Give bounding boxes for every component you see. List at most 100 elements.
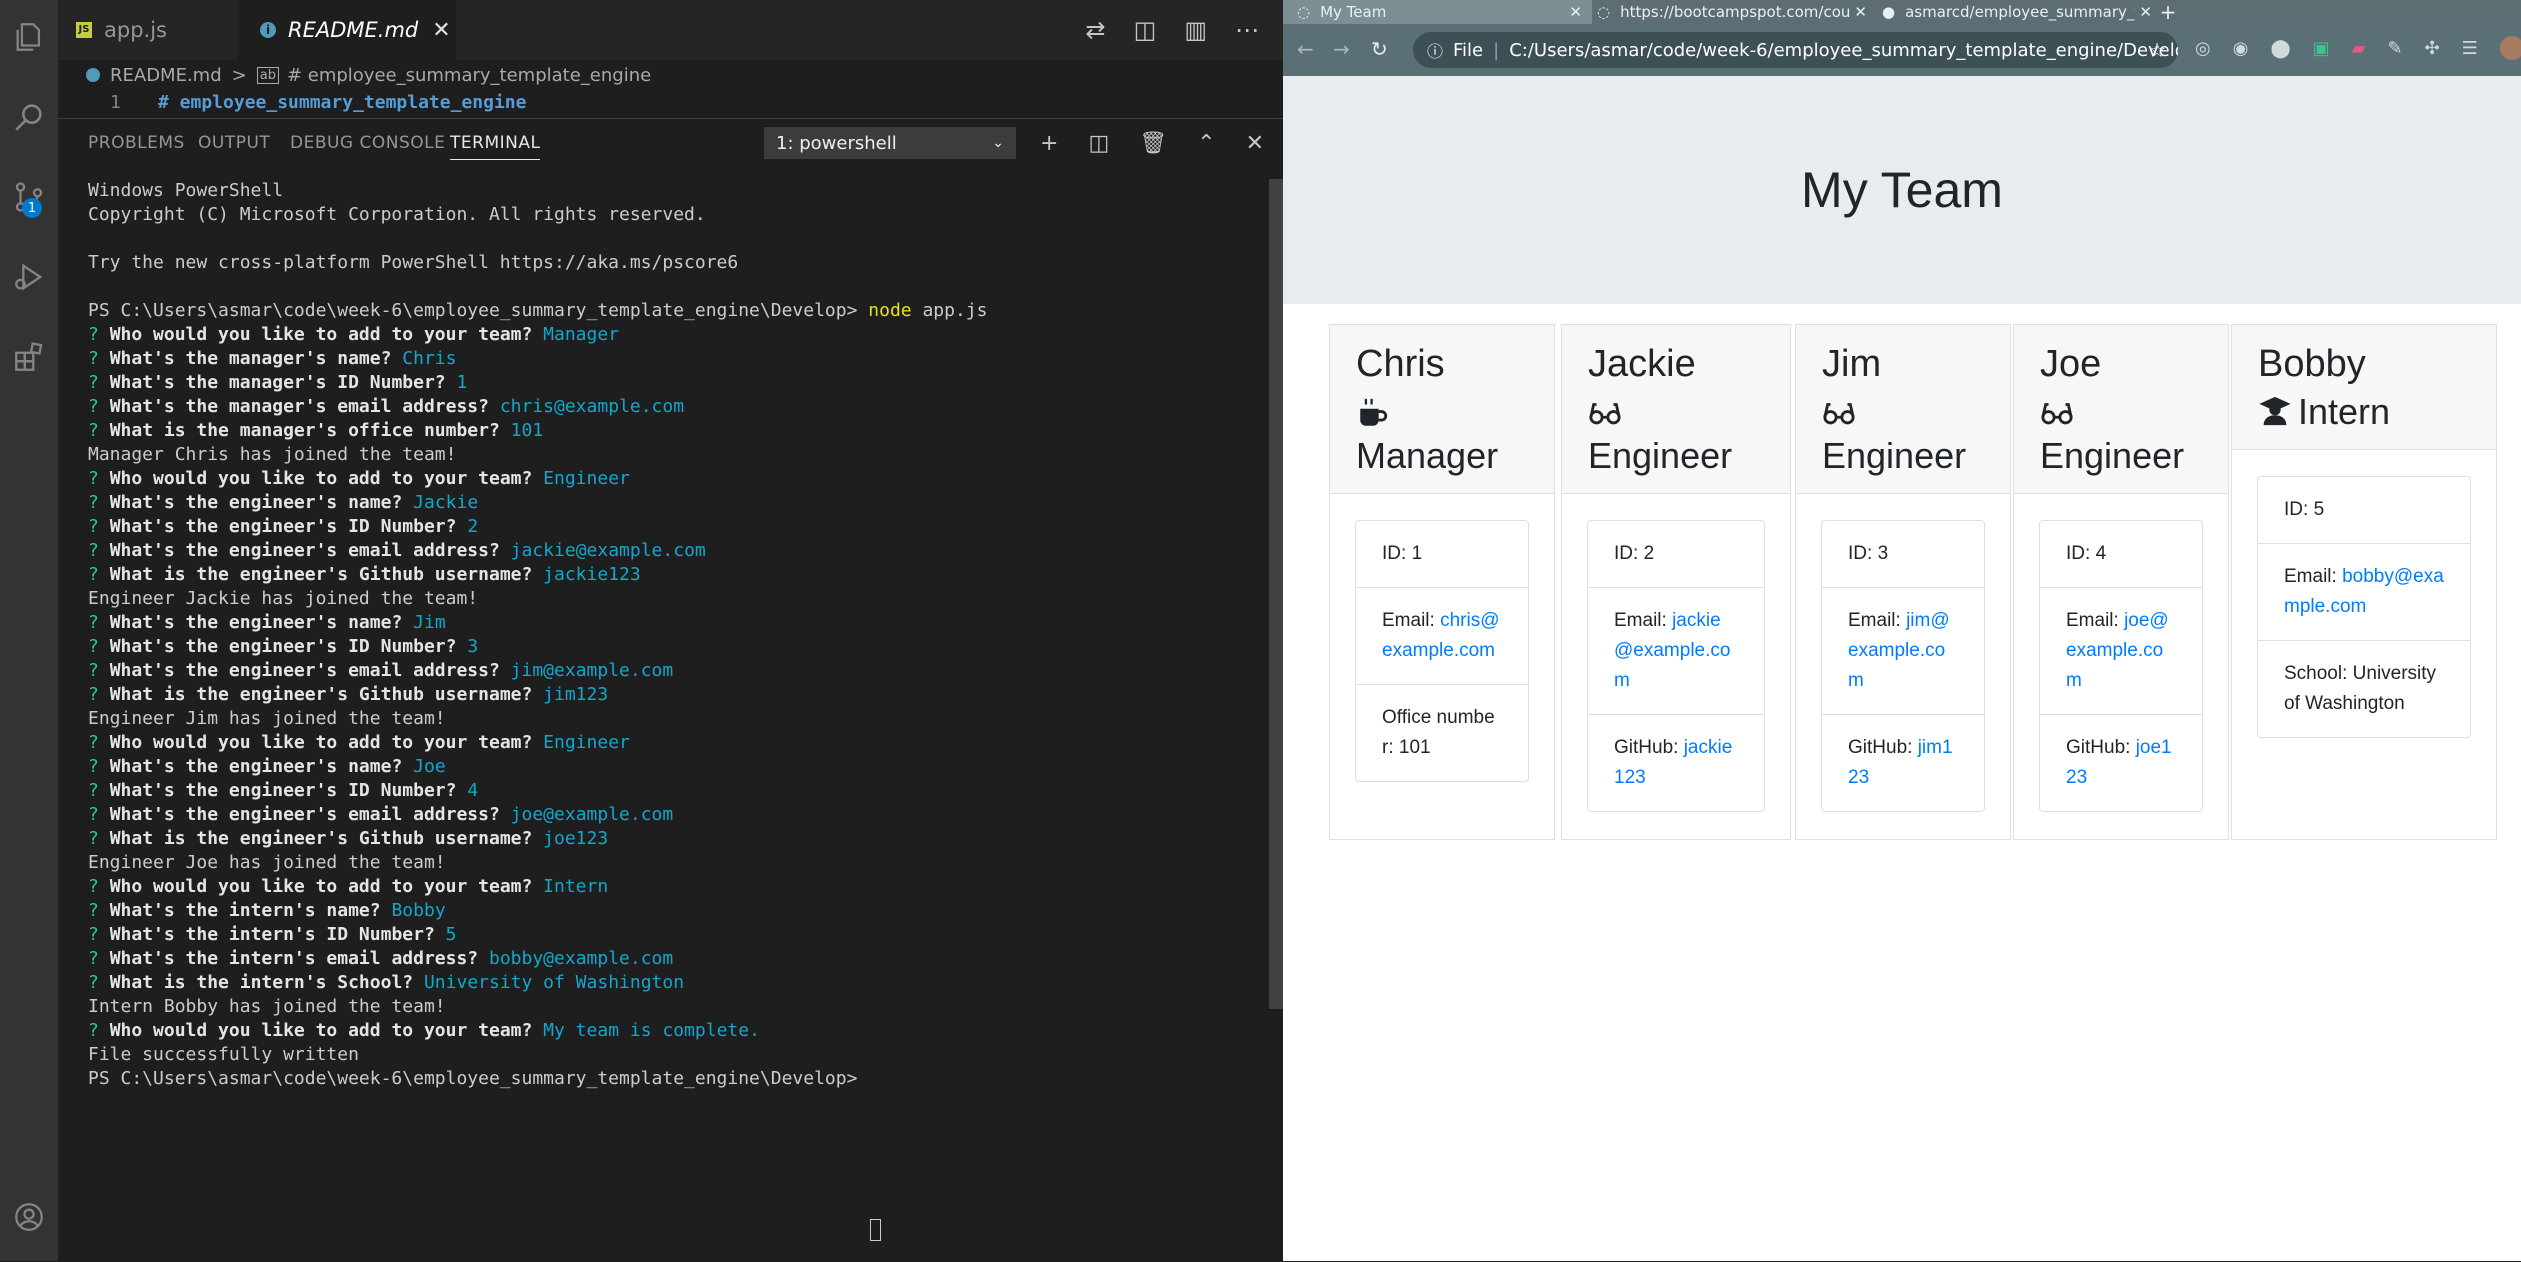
browser-tab-github[interactable]: ● asmarcd/employee_summary_te ✕: [1868, 0, 2162, 24]
terminal-line: ? What's the manager's ID Number? 1: [88, 371, 1253, 395]
terminal-select[interactable]: 1: powershell ⌄: [764, 127, 1016, 159]
url-text: C:/Users/asmar/code/week-6/employee_summ…: [1509, 39, 2178, 61]
terminal-prompt: PS C:\Users\asmar\code\week-6\employee_s…: [88, 300, 869, 321]
open-changes-icon[interactable]: ⇄: [1086, 16, 1106, 44]
terminal-answer: 101: [510, 420, 544, 441]
terminal-line: Engineer Jim has joined the team!: [88, 707, 1253, 731]
tab-terminal[interactable]: TERMINAL: [450, 133, 541, 160]
detail-value: 101: [1398, 737, 1431, 758]
question-mark: ?: [88, 900, 110, 921]
close-icon[interactable]: ✕: [1850, 3, 1867, 21]
breadcrumb-file[interactable]: README.md: [110, 65, 222, 86]
new-terminal-icon[interactable]: +: [1040, 131, 1058, 156]
close-panel-icon[interactable]: ✕: [1246, 131, 1264, 156]
tab-app-js[interactable]: JS app.js: [58, 0, 256, 60]
terminal-line: ? What's the manager's name? Chris: [88, 347, 1253, 371]
split-terminal-icon[interactable]: ◫: [1088, 131, 1109, 156]
detail-item: GitHub: jim123: [1822, 715, 1984, 811]
terminal-answer: Manager: [543, 324, 620, 345]
terminal-line: ? Who would you like to add to your team…: [88, 323, 1253, 347]
activity-bar: 1: [0, 0, 58, 1261]
role-label: Engineer: [1588, 435, 1733, 476]
terminal-args: app.js: [911, 300, 988, 321]
terminal-answer: jim@example.com: [510, 660, 674, 681]
avatar[interactable]: [2499, 36, 2521, 60]
terminal-line: ? What's the engineer's ID Number? 2: [88, 515, 1253, 539]
terminal-question: What's the engineer's ID Number?: [109, 780, 457, 801]
tab-problems[interactable]: PROBLEMS: [88, 133, 185, 153]
close-icon[interactable]: ✕: [1569, 3, 1582, 21]
employee-details: ID: 1 Email: chris@example.com Office numb…: [1355, 520, 1529, 782]
page-header: My Team: [1283, 76, 2521, 304]
tab-output[interactable]: OUTPUT: [198, 133, 270, 153]
question-mark: ?: [88, 540, 110, 561]
editor-area[interactable]: 1 # employee_summary_template_engine: [58, 90, 1283, 118]
breadcrumb: README.md > ab # employee_summary_templa…: [58, 60, 1283, 90]
terminal-question: Who would you like to add to your team?: [109, 324, 533, 345]
browser-tab-my-team[interactable]: ◌ My Team ✕: [1283, 0, 1592, 24]
extension-icon[interactable]: ◎: [2195, 38, 2211, 59]
extension-icon[interactable]: ⬤: [2270, 38, 2290, 59]
breadcrumb-section[interactable]: # employee_summary_template_engine: [287, 65, 651, 86]
forward-icon[interactable]: →: [1333, 37, 1350, 61]
coffee-mug-icon: [1356, 396, 1390, 430]
question-mark: ?: [88, 948, 110, 969]
search-icon[interactable]: [0, 88, 58, 146]
close-icon[interactable]: ✕: [2135, 3, 2152, 21]
source-control-icon[interactable]: 1: [0, 168, 58, 226]
terminal-answer: joe@example.com: [510, 804, 674, 825]
extension-icon[interactable]: ◉: [2233, 38, 2249, 59]
question-mark: ?: [88, 924, 110, 945]
terminal-answer: joe123: [543, 828, 609, 849]
employee-name: Chris: [1356, 343, 1445, 385]
terminal-text: Windows PowerShell: [88, 180, 284, 201]
tab-debug-console[interactable]: DEBUG CONSOLE: [290, 133, 445, 153]
card-header: Jim Engineer: [1796, 325, 2010, 494]
open-preview-icon[interactable]: ◫: [1134, 16, 1157, 44]
terminal-answer: Bobby: [391, 900, 446, 921]
address-bar[interactable]: ⓘ File | C:/Users/asmar/code/week-6/empl…: [1413, 32, 2178, 68]
explorer-icon[interactable]: [0, 8, 58, 66]
terminal-command: node: [868, 300, 912, 321]
tab-readme-md[interactable]: i README.md ✕: [238, 0, 456, 60]
terminal-output[interactable]: Windows PowerShell Copyright (C) Microsof…: [88, 179, 1253, 1262]
run-debug-icon[interactable]: [0, 248, 58, 306]
extension-icon[interactable]: ▣: [2313, 38, 2330, 59]
extension-icon[interactable]: ✎: [2387, 38, 2402, 59]
terminal-question: What's the engineer's ID Number?: [109, 636, 457, 657]
terminal-line: Copyright (C) Microsoft Corporation. All…: [88, 203, 1253, 227]
terminal-line: ? What's the engineer's name? Jim: [88, 611, 1253, 635]
detail-item: ID: 5: [2258, 477, 2470, 544]
employee-card: Jackie Engineer ID: 2 Email: jackie@example…: [1561, 324, 1791, 840]
scrollbar[interactable]: [1269, 179, 1283, 1009]
puzzle-icon[interactable]: ✣: [2425, 38, 2440, 59]
more-actions-icon[interactable]: ⋯: [1235, 16, 1259, 44]
terminal-question: What is the manager's office number?: [109, 420, 500, 441]
star-icon[interactable]: ☆: [2148, 38, 2166, 62]
new-tab-button[interactable]: +: [2151, 0, 2185, 24]
trash-icon[interactable]: 🗑: [1139, 131, 1167, 156]
detail-item: GitHub: joe123: [2040, 715, 2202, 811]
maximize-panel-icon[interactable]: ⌃: [1197, 131, 1215, 156]
split-editor-icon[interactable]: ▥: [1184, 16, 1207, 44]
vscode-window: 1 JS app.js i README.md ✕ ⇄ ◫ ▥ ⋯ README…: [0, 0, 1283, 1262]
extension-icon[interactable]: ▰: [2352, 38, 2366, 59]
terminal-question: What's the engineer's email address?: [109, 804, 500, 825]
terminal-answer: Engineer: [543, 732, 630, 753]
extensions-icon[interactable]: [0, 328, 58, 386]
browser-tab-bootcampspot[interactable]: ◌ https://bootcampspot.com/cour ✕: [1583, 0, 1877, 24]
close-icon[interactable]: ✕: [432, 18, 450, 43]
terminal-question: What is the engineer's Github username?: [109, 684, 533, 705]
reading-list-icon[interactable]: ☰: [2462, 38, 2478, 59]
employee-name: Jackie: [1588, 343, 1696, 385]
accounts-icon[interactable]: [0, 1188, 58, 1246]
reload-icon[interactable]: ↻: [1371, 37, 1388, 61]
terminal-question: Who would you like to add to your team?: [109, 732, 533, 753]
back-icon[interactable]: ←: [1297, 37, 1314, 61]
chevron-down-icon: ⌄: [992, 135, 1004, 151]
